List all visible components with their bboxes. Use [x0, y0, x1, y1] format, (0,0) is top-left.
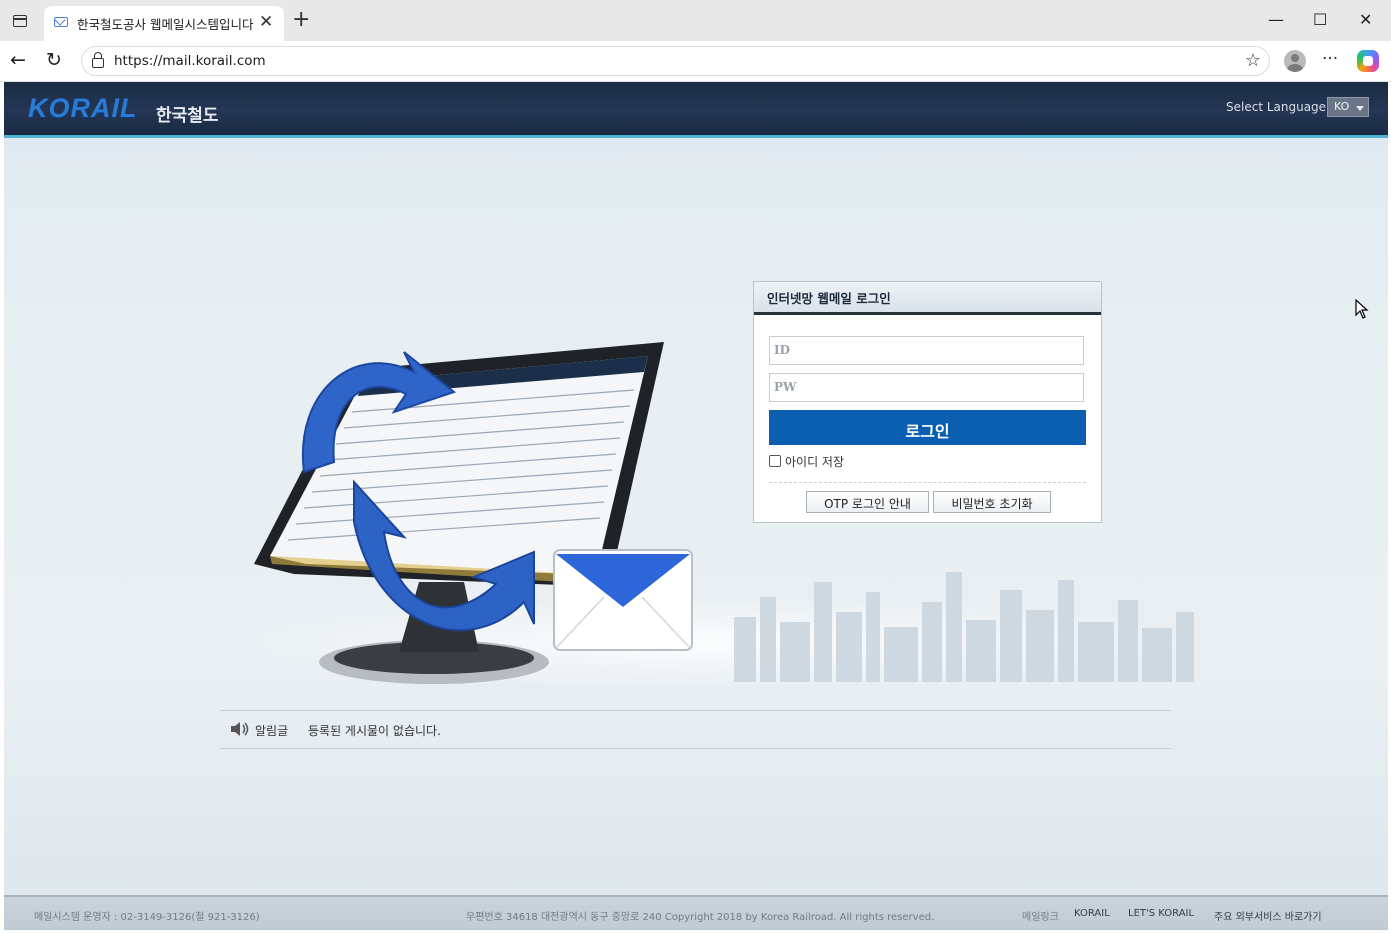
logo-korean: 한국철도: [156, 106, 219, 126]
url-text[interactable]: https://mail.korail.com: [114, 53, 266, 69]
lock-icon[interactable]: [92, 52, 104, 68]
tab-title: 한국철도공사 웹메일시스템입니다: [77, 17, 254, 32]
footer-link-lets-korail[interactable]: LET'S KORAIL: [1128, 908, 1194, 919]
more-menu-icon[interactable]: ···: [1322, 49, 1338, 69]
footer-contact: 메일시스템 운영자 : 02-3149-3126(철 921-3126): [34, 912, 260, 923]
city-skyline: [734, 572, 1194, 682]
reload-button[interactable]: ↻: [46, 49, 62, 71]
monitor-mail-graphic: [254, 342, 693, 684]
password-input[interactable]: PW: [769, 373, 1084, 402]
otp-guide-button[interactable]: OTP 로그인 안내: [806, 491, 929, 513]
footer-link-external-services[interactable]: 주요 외부서비스 바로가기: [1214, 908, 1322, 923]
window-close-button[interactable]: ✕: [1359, 10, 1372, 29]
logo-text: KORAIL: [28, 93, 138, 123]
tab-actions-icon[interactable]: [8, 10, 32, 32]
browser-tabstrip: 한국철도공사 웹메일시스템입니다 ✕ + — ☐ ✕: [0, 0, 1391, 41]
header-accent-line: [4, 135, 1388, 138]
save-id-checkbox[interactable]: [769, 455, 781, 467]
login-title: 인터넷망 웹메일 로그인: [767, 291, 891, 306]
footer-link-korail[interactable]: KORAIL: [1074, 908, 1110, 919]
id-placeholder: ID: [774, 343, 791, 357]
otp-guide-label: OTP 로그인 안내: [824, 497, 911, 511]
footer-mail-link-label: 메일링크: [1022, 912, 1059, 923]
id-input[interactable]: ID: [769, 336, 1084, 365]
language-select[interactable]: KO: [1327, 97, 1369, 117]
login-panel: 인터넷망 웹메일 로그인 ID PW 로그인 아이디 저장 OTP 로그인 안내…: [753, 281, 1102, 523]
browser-toolbar: ← ↻ https://mail.korail.com ☆ ···: [0, 41, 1391, 82]
login-divider: [769, 482, 1086, 483]
pw-placeholder: PW: [774, 380, 797, 394]
back-button[interactable]: ←: [10, 49, 26, 71]
login-button[interactable]: 로그인: [769, 410, 1086, 445]
maximize-button[interactable]: ☐: [1313, 10, 1327, 29]
minimize-button[interactable]: —: [1268, 10, 1284, 29]
login-panel-header: 인터넷망 웹메일 로그인: [754, 282, 1101, 315]
new-tab-button[interactable]: +: [292, 9, 310, 31]
language-label: Select Language: [1226, 100, 1327, 114]
footer-address: 우편번호 34618 대전광역시 동구 중앙로 240 Copyright 20…: [466, 912, 935, 923]
browser-tab[interactable]: 한국철도공사 웹메일시스템입니다 ✕: [44, 6, 284, 41]
profile-avatar[interactable]: [1284, 50, 1306, 72]
address-bar[interactable]: https://mail.korail.com ☆: [81, 46, 1270, 76]
site-header: KORAIL 한국철도 Select Language KO: [4, 82, 1388, 138]
favorite-star-icon[interactable]: ☆: [1245, 50, 1261, 71]
reset-password-label: 비밀번호 초기화: [951, 497, 1033, 511]
chevron-down-icon: [1356, 106, 1364, 111]
notice-message: 등록된 게시물이 없습니다.: [308, 724, 441, 738]
save-id-label[interactable]: 아이디 저장: [785, 453, 844, 470]
tab-close-icon[interactable]: ✕: [259, 13, 273, 31]
speaker-icon: [231, 722, 249, 736]
webmail-page: KORAIL 한국철도 Select Language KO 인터넷망 웹메일 …: [4, 82, 1388, 930]
copilot-icon[interactable]: [1357, 50, 1379, 72]
notice-label: 알림글: [255, 724, 289, 738]
site-footer: 메일시스템 운영자 : 02-3149-3126(철 921-3126) 우편번…: [4, 895, 1388, 930]
login-button-label: 로그인: [905, 422, 950, 441]
notice-bar: 알림글 등록된 게시물이 없습니다.: [220, 710, 1171, 749]
reset-password-button[interactable]: 비밀번호 초기화: [933, 491, 1051, 513]
mouse-cursor-icon: [1355, 299, 1369, 319]
language-value: KO: [1334, 100, 1350, 113]
mail-favicon-icon: [54, 17, 68, 27]
